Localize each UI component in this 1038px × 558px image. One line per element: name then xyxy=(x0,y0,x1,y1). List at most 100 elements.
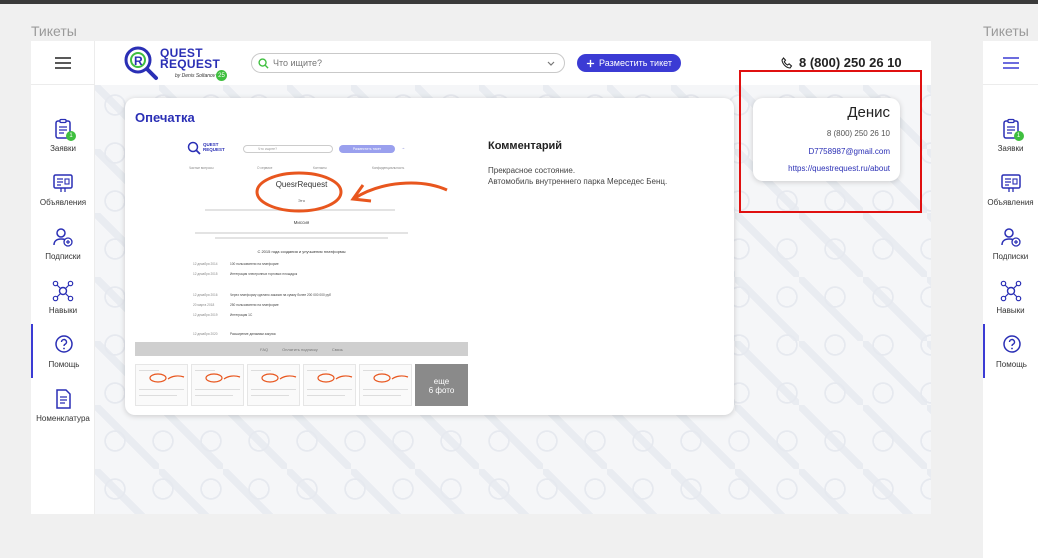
more-photos-line2: 6 фото xyxy=(428,386,455,395)
app-frame-secondary: 1 Заявки Объявления Подписки Навыки Помо… xyxy=(983,41,1038,558)
user-add-icon xyxy=(1000,227,1021,247)
billboard-icon xyxy=(1000,173,1021,192)
sidebar-item-help[interactable]: Помощь xyxy=(31,324,95,378)
help-icon xyxy=(1002,334,1021,353)
sidebar-item-label: Подписки xyxy=(992,251,1029,261)
annotation-mark-icon xyxy=(261,373,297,383)
comment-line2: Автомобиль внутреннего парка Мерседес Бе… xyxy=(488,177,668,186)
sidebar-item-label: Подписки xyxy=(45,251,81,261)
ticket-main-photo[interactable]: QUEST REQUEST Что ищите? Разместить тике… xyxy=(135,138,468,356)
preview-footer-faq: FAQ xyxy=(260,346,269,352)
preview-search: Что ищите? xyxy=(243,145,333,153)
sidebar-item-ads[interactable]: Объявления xyxy=(983,162,1038,216)
preview-timeline-date: 12 декабря 2015 xyxy=(193,272,218,276)
preview-timeline-text: 100 пользователи на платформе xyxy=(230,262,279,266)
sidebar-item-label: Объявления xyxy=(987,197,1034,207)
preview-timeline-date: 20 марта 2018 xyxy=(193,303,215,307)
sidebar-item-nomenclature[interactable]: Номенклатура xyxy=(31,378,95,432)
logo-line2: REQUEST xyxy=(160,57,221,71)
preview-nav-faq: Частые вопросы xyxy=(189,166,214,170)
help-icon xyxy=(55,334,73,353)
preview-timeline-text: Интеграция 1С xyxy=(230,313,253,317)
sidebar-item-ads[interactable]: Объявления xyxy=(31,162,95,216)
logo-text: QUEST REQUEST xyxy=(160,47,221,71)
top-dark-bar xyxy=(0,0,1038,4)
plus-icon xyxy=(586,59,595,67)
sidebar-item-help[interactable]: Помощь xyxy=(983,324,1038,378)
photo-thumbnail[interactable] xyxy=(247,364,300,406)
billboard-icon xyxy=(53,173,73,192)
preview-login: → xyxy=(401,145,405,150)
search-input[interactable] xyxy=(273,58,543,68)
sidebar-item-label: Помощь xyxy=(996,359,1027,369)
preview-timeline-title: С 2015 года создания и улучшения платфор… xyxy=(257,249,346,254)
preview-text-line xyxy=(215,237,388,239)
sidebar-item-label: Навыки xyxy=(996,305,1025,315)
hamburger-icon xyxy=(55,56,71,69)
sidebar-item-label: Объявления xyxy=(39,197,87,207)
preview-timeline-date: 12 декабря 2019 xyxy=(193,313,218,317)
menu-button[interactable] xyxy=(31,41,95,85)
hamburger-icon xyxy=(1002,56,1019,69)
preview-footer-pay: Оплатить подписку xyxy=(282,346,318,352)
preview-footer: FAQ Оплатить подписку Связь xyxy=(135,342,468,356)
ticket-card: Опечатка QUEST REQUEST Что ищите? Размес… xyxy=(125,98,734,415)
preview-text-line xyxy=(195,232,408,234)
preview-timeline-text: Расширение динамики закупок xyxy=(230,332,276,336)
preview-timeline-date: 12 декабря 2020 xyxy=(193,332,218,336)
search-icon xyxy=(258,57,269,69)
network-icon xyxy=(52,280,74,301)
preview-timeline-date: 12 декабря 2014 xyxy=(193,262,218,266)
sidebar-item-requests[interactable]: 1 Заявки xyxy=(31,108,95,162)
sidebar-item-label: Номенклатура xyxy=(36,413,90,423)
sidebar-item-skills[interactable]: Навыки xyxy=(31,270,95,324)
logo-subtitle: by Denis Soltanov xyxy=(175,73,216,79)
preview-timeline-text: Через платформу сделано заказов на сумму… xyxy=(230,293,331,297)
comment-text: Прекрасное состояние. Автомобиль внутрен… xyxy=(488,165,718,187)
chevron-down-icon[interactable] xyxy=(546,57,556,69)
header-phone[interactable]: 8 (800) 250 26 10 xyxy=(781,55,902,70)
post-ticket-label: Разместить тикет xyxy=(599,58,672,68)
highlight-box xyxy=(739,70,922,213)
annotation-circle-icon xyxy=(255,171,448,213)
preview-post-button: Разместить тикет xyxy=(339,145,395,153)
preview-timeline-text: 250 пользователи на платформе xyxy=(230,303,279,307)
sidebar: 1 Заявки Объявления Подписки Навыки Помо… xyxy=(31,41,95,514)
annotation-mark-icon xyxy=(317,373,353,383)
logo[interactable]: R QUEST REQUEST by Denis Soltanov 25 xyxy=(123,45,243,83)
logo-badge: 25 xyxy=(216,70,227,81)
menu-button[interactable] xyxy=(983,41,1038,85)
requests-badge: 1 xyxy=(1013,130,1024,141)
annotation-mark-icon xyxy=(205,373,241,383)
sidebar-item-label: Навыки xyxy=(48,305,78,315)
search-box[interactable] xyxy=(251,53,565,73)
frame-label-right: Тикеты xyxy=(983,23,1029,39)
photo-thumbnail[interactable] xyxy=(303,364,356,406)
preview-timeline-date: 12 декабря 2016 xyxy=(193,293,218,297)
sidebar-item-label: Заявки xyxy=(50,143,76,153)
annotation-mark-icon xyxy=(373,373,409,383)
sidebar-item-label: Заявки xyxy=(997,143,1024,153)
more-photos-label: еще 6 фото xyxy=(416,377,467,395)
preview-timeline-text: Интеграция электронных торговых площадок xyxy=(230,272,298,276)
preview-logo-line2: REQUEST xyxy=(203,147,225,152)
preview-footer-contact: Связь xyxy=(331,346,343,352)
sidebar-item-requests[interactable]: 1 Заявки xyxy=(983,108,1038,162)
photo-thumbnail[interactable] xyxy=(359,364,412,406)
ticket-title: Опечатка xyxy=(135,110,195,125)
more-photos-line1: еще xyxy=(433,377,450,386)
user-add-icon xyxy=(53,227,73,247)
sidebar-item-subscriptions[interactable]: Подписки xyxy=(983,216,1038,270)
photo-thumbnail[interactable] xyxy=(191,364,244,406)
frame-label-left: Тикеты xyxy=(31,23,77,39)
photo-thumbnail[interactable] xyxy=(135,364,188,406)
comment-title: Комментарий xyxy=(488,140,563,152)
annotation-mark-icon xyxy=(149,373,185,383)
sidebar-item-subscriptions[interactable]: Подписки xyxy=(31,216,95,270)
sidebar-item-skills[interactable]: Навыки xyxy=(983,270,1038,324)
network-icon xyxy=(1000,280,1021,301)
phone-icon xyxy=(781,56,793,69)
more-photos-thumbnail[interactable]: еще 6 фото xyxy=(415,364,468,406)
document-list-icon xyxy=(56,388,71,409)
post-ticket-button[interactable]: Разместить тикет xyxy=(577,54,681,72)
